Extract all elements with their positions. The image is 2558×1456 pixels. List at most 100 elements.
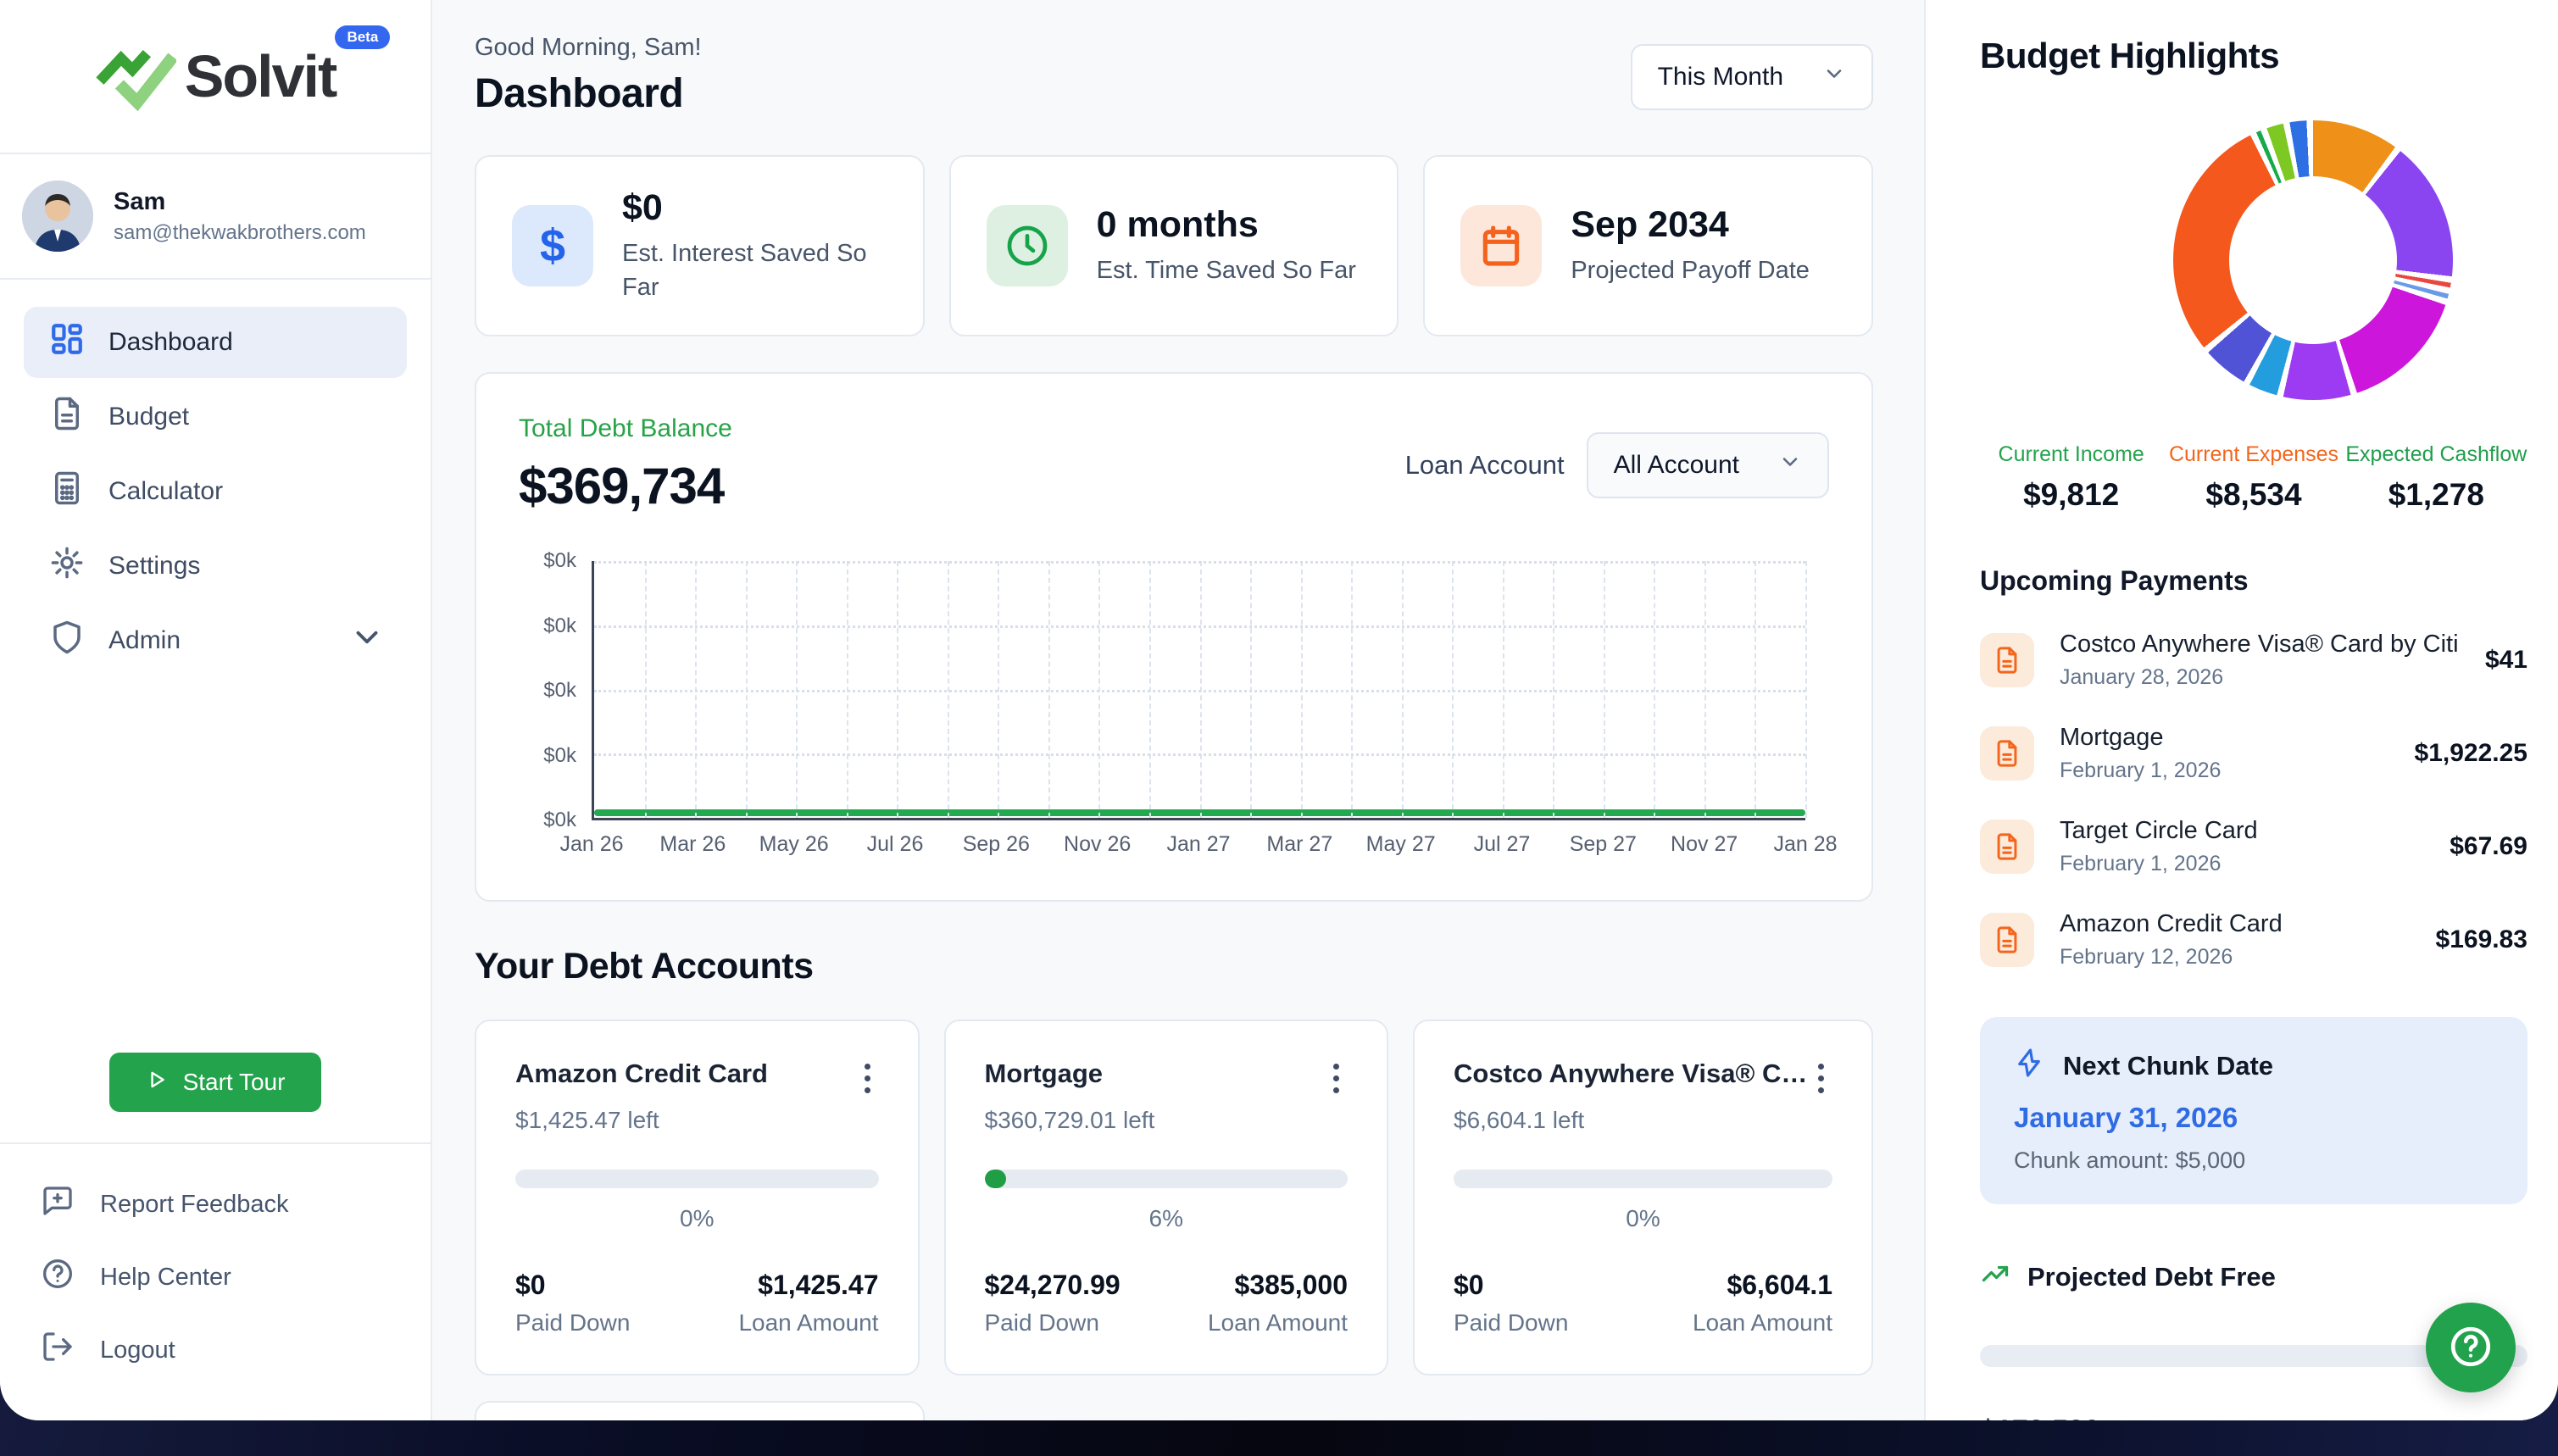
logo-text: Solvit: [185, 42, 336, 110]
progress-fill: [985, 1170, 1007, 1188]
debt-card-head: Costco Anywhere Visa® Card…: [1454, 1059, 1832, 1098]
projected-debt-free-title: Projected Debt Free: [2027, 1262, 2276, 1292]
debt-card-footer: $0 Paid Down $1,425.47 Loan Amount: [515, 1270, 879, 1337]
start-tour-button[interactable]: Start Tour: [109, 1053, 321, 1112]
next-chunk-header: Next Chunk Date: [2014, 1048, 2494, 1085]
sidebar-item-label: Dashboard: [108, 328, 233, 357]
loan-amount-value: $6,604.1: [1693, 1270, 1832, 1301]
help-circle-icon: [41, 1257, 75, 1298]
shield-icon: [49, 620, 85, 662]
payment-amount: $1,922.25: [2415, 739, 2527, 768]
loan-account-label: Loan Account: [1405, 450, 1565, 481]
chevron-down-icon: [349, 620, 385, 662]
debt-card-head: Mortgage: [985, 1059, 1349, 1098]
period-selector[interactable]: This Month: [1631, 44, 1873, 110]
main-content: Good Morning, Sam! Dashboard This Month …: [432, 0, 1924, 1420]
footer-item-label: Report Feedback: [100, 1191, 288, 1219]
payment-row-target[interactable]: Target Circle Card February 1, 2026 $67.…: [1980, 817, 2527, 876]
payment-date: February 12, 2026: [2060, 945, 2422, 970]
stat-label: Projected Payoff Date: [1571, 254, 1810, 287]
payment-title: Target Circle Card: [2060, 817, 2436, 845]
clock-icon: [987, 205, 1068, 286]
progress-percent: 6%: [985, 1205, 1349, 1232]
message-plus-icon: [41, 1184, 75, 1225]
progress-bar: [985, 1170, 1349, 1188]
debt-accounts-row: Amazon Credit Card $1,425.47 left 0% $0 …: [475, 1020, 1873, 1375]
budget-stats-row: Current Income $9,812 Current Expenses $…: [1980, 442, 2527, 513]
stat-value: 0 months: [1097, 204, 1356, 246]
main-header: Good Morning, Sam! Dashboard This Month: [475, 34, 1873, 117]
paid-down-label: Paid Down: [515, 1309, 630, 1337]
dashboard-grid-icon: [49, 321, 85, 364]
footer-item-label: Help Center: [100, 1264, 231, 1292]
sidebar-item-calculator[interactable]: Calculator: [24, 456, 407, 527]
debt-card-footer: $24,270.99 Paid Down $385,000 Loan Amoun…: [985, 1270, 1349, 1337]
debt-balance-value: $369,734: [519, 457, 732, 515]
sidebar-item-admin[interactable]: Admin: [24, 605, 407, 676]
stat-card-time-saved: 0 months Est. Time Saved So Far: [949, 155, 1399, 336]
dollar-icon: $: [512, 205, 593, 286]
paid-down-value: $24,270.99: [985, 1270, 1121, 1301]
payment-document-icon: [1980, 820, 2034, 874]
help-fab-button[interactable]: [2426, 1303, 2516, 1392]
kebab-menu-icon[interactable]: [1810, 1059, 1832, 1098]
sidebar-item-label: Settings: [108, 552, 200, 581]
stat-value: $0: [622, 187, 887, 229]
report-feedback-item[interactable]: Report Feedback: [41, 1168, 431, 1241]
paid-down-block: $0 Paid Down: [515, 1270, 630, 1337]
payment-row-mortgage[interactable]: Mortgage February 1, 2026 $1,922.25: [1980, 724, 2527, 783]
current-income-stat: Current Income $9,812: [1980, 442, 2162, 513]
current-expenses-stat: Current Expenses $8,534: [2162, 442, 2344, 513]
payment-row-amazon[interactable]: Amazon Credit Card February 12, 2026 $16…: [1980, 910, 2527, 970]
stat-text: 0 months Est. Time Saved So Far: [1097, 204, 1356, 287]
user-info: Sam sam@thekwakbrothers.com: [114, 188, 366, 245]
current-income-value: $9,812: [1980, 477, 2162, 513]
debt-accounts-heading: Your Debt Accounts: [475, 946, 1873, 987]
donut-hole: [2229, 176, 2397, 344]
debt-card-footer: $0 Paid Down $6,604.1 Loan Amount: [1454, 1270, 1832, 1337]
sidebar-item-budget[interactable]: Budget: [24, 381, 407, 453]
payment-document-icon: [1980, 726, 2034, 781]
period-selector-value: This Month: [1658, 63, 1783, 92]
loan-amount-block: $1,425.47 Loan Amount: [738, 1270, 878, 1337]
lightning-icon: [2014, 1048, 2044, 1085]
chevron-down-icon: [1778, 450, 1802, 481]
debt-card-head: Amazon Credit Card: [515, 1059, 879, 1098]
next-chunk-date: January 31, 2026: [2014, 1102, 2494, 1134]
kebab-menu-icon[interactable]: [1325, 1059, 1348, 1098]
user-email: sam@thekwakbrothers.com: [114, 221, 366, 245]
sidebar-item-settings[interactable]: Settings: [24, 531, 407, 602]
payment-title: Costco Anywhere Visa® Card by Citi: [2060, 631, 2472, 659]
debt-card-title: Mortgage: [985, 1059, 1104, 1089]
trending-up-icon: [1980, 1259, 2010, 1296]
debt-remaining: $1,425.47 left: [515, 1107, 879, 1134]
header-titles: Good Morning, Sam! Dashboard: [475, 34, 702, 117]
debt-card-amazon: Amazon Credit Card $1,425.47 left 0% $0 …: [475, 1020, 920, 1375]
kebab-menu-icon[interactable]: [856, 1059, 879, 1098]
budget-highlights-panel: Budget Highlights Current Income $9,812 …: [1924, 0, 2558, 1420]
user-name: Sam: [114, 188, 366, 216]
payment-date: January 28, 2026: [2060, 665, 2472, 690]
loan-amount-value: $1,425.47: [738, 1270, 878, 1301]
sidebar-footer: Report Feedback Help Center: [0, 1142, 431, 1420]
user-profile[interactable]: Sam sam@thekwakbrothers.com: [0, 154, 431, 280]
payment-amount: $67.69: [2450, 832, 2527, 861]
progress-percent: 0%: [515, 1205, 879, 1232]
debt-balance-chart-card: Total Debt Balance $369,734 Loan Account…: [475, 372, 1873, 902]
expected-cashflow-label: Expected Cashflow: [2345, 442, 2527, 467]
chevron-down-icon: [1822, 62, 1846, 92]
account-selector[interactable]: All Account: [1587, 432, 1829, 498]
projected-interest-savings-value: $172,539: [1980, 1414, 2527, 1420]
start-tour-label: Start Tour: [183, 1069, 286, 1096]
question-circle-icon: [2446, 1322, 2495, 1374]
line-chart-plot: [592, 561, 1805, 820]
sidebar-item-dashboard[interactable]: Dashboard: [24, 307, 407, 378]
logout-item[interactable]: Logout: [41, 1314, 431, 1387]
x-axis-labels: Jan 26Mar 26May 26Jul 26Sep 26Nov 26Jan …: [592, 832, 1805, 866]
payment-row-costco[interactable]: Costco Anywhere Visa® Card by Citi Janua…: [1980, 631, 2527, 690]
help-center-item[interactable]: Help Center: [41, 1241, 431, 1314]
debt-balance-label: Total Debt Balance: [519, 414, 732, 443]
sidebar-item-label: Budget: [108, 403, 189, 431]
stat-card-interest-saved: $ $0 Est. Interest Saved So Far: [475, 155, 925, 336]
next-chunk-card: Next Chunk Date January 31, 2026 Chunk a…: [1980, 1017, 2527, 1204]
